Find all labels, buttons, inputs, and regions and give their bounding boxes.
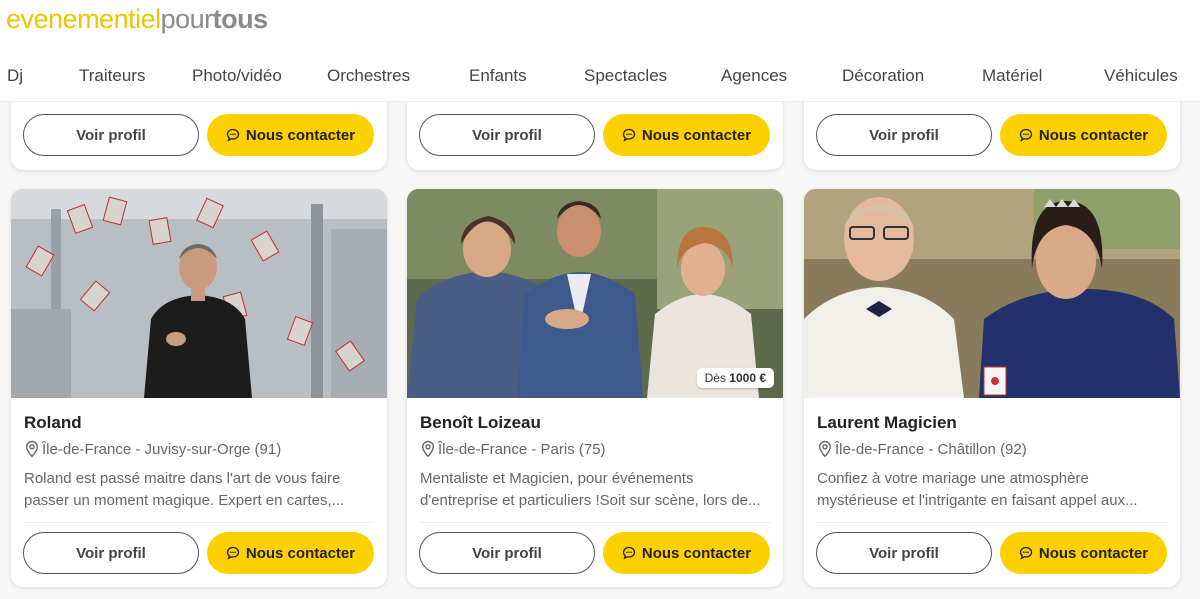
- view-profile-button[interactable]: Voir profil: [419, 532, 595, 574]
- card-divider: [24, 522, 374, 523]
- price-prefix: Dès: [704, 371, 726, 385]
- provider-name[interactable]: Benoît Loizeau: [420, 413, 541, 433]
- contact-button[interactable]: Nous contacter: [207, 114, 374, 156]
- location-pin-icon: [421, 440, 435, 458]
- card-divider: [420, 522, 770, 523]
- provider-location: Île-de-France - Paris (75): [420, 440, 606, 458]
- provider-description: Mentaliste et Magicien, pour événements …: [420, 470, 761, 509]
- provider-photo[interactable]: Dès 1000 €: [407, 189, 783, 398]
- contact-button-label: Nous contacter: [641, 126, 752, 144]
- nav-item-dj[interactable]: Dj: [7, 66, 23, 86]
- provider-location-text: Île-de-France - Paris (75): [438, 440, 606, 458]
- contact-button-label: Nous contacter: [641, 544, 752, 562]
- provider-photo[interactable]: [11, 189, 387, 398]
- price-value: 1000 €: [729, 371, 766, 385]
- chat-bubble-icon: [1019, 546, 1033, 560]
- location-pin-icon: [818, 440, 832, 458]
- chat-bubble-icon: [226, 546, 240, 560]
- view-profile-button[interactable]: Voir profil: [816, 114, 992, 156]
- site-header: evenementiel pour tous Dj Traiteurs Photo/…: [0, 0, 1200, 102]
- provider-card: Dès 1000 € Benoît Loizeau Île-de-France …: [407, 189, 783, 587]
- provider-card: Laurent Magicien Île-de-France - Châtill…: [804, 189, 1180, 587]
- price-tag: Dès 1000 €: [696, 368, 774, 388]
- nav-item-vehicules[interactable]: Véhicules: [1104, 66, 1178, 86]
- provider-location: Île-de-France - Juvisy-sur-Orge (91): [24, 440, 281, 458]
- nav-item-decoration[interactable]: Décoration: [842, 66, 924, 86]
- category-nav: Dj Traiteurs Photo/vidéo Orchestres Enfa…: [0, 60, 1200, 94]
- contact-button[interactable]: Nous contacter: [1000, 114, 1167, 156]
- logo-part-1: evenementiel: [6, 4, 161, 34]
- provider-card: Roland Île-de-France - Juvisy-sur-Orge (…: [11, 189, 387, 587]
- nav-item-spectacles[interactable]: Spectacles: [584, 66, 667, 86]
- provider-photo[interactable]: [804, 189, 1180, 398]
- nav-item-traiteurs[interactable]: Traiteurs: [79, 66, 145, 86]
- page: evenementiel pour tous Dj Traiteurs Photo/…: [0, 0, 1200, 599]
- card-divider: [817, 522, 1167, 523]
- location-pin-icon: [25, 440, 39, 458]
- contact-button-label: Nous contacter: [245, 544, 356, 562]
- nav-item-enfants[interactable]: Enfants: [469, 66, 527, 86]
- provider-description: Confiez à votre mariage une atmosphère m…: [817, 470, 1138, 509]
- provider-description: Roland est passé maitre dans l'art de vo…: [24, 470, 345, 509]
- contact-button-label: Nous contacter: [1038, 544, 1149, 562]
- chat-bubble-icon: [226, 128, 240, 142]
- chat-bubble-icon: [1019, 128, 1033, 142]
- nav-item-photo-video[interactable]: Photo/vidéo: [192, 66, 282, 86]
- provider-name[interactable]: Laurent Magicien: [817, 413, 957, 433]
- nav-item-materiel[interactable]: Matériel: [982, 66, 1042, 86]
- nav-item-agences[interactable]: Agences: [721, 66, 787, 86]
- provider-location-text: Île-de-France - Châtillon (92): [835, 440, 1027, 458]
- contact-button[interactable]: Nous contacter: [603, 114, 770, 156]
- view-profile-button[interactable]: Voir profil: [419, 114, 595, 156]
- view-profile-button[interactable]: Voir profil: [23, 532, 199, 574]
- logo-part-3: tous: [212, 4, 269, 34]
- contact-button[interactable]: Nous contacter: [207, 532, 374, 574]
- provider-location-text: Île-de-France - Juvisy-sur-Orge (91): [42, 440, 282, 458]
- contact-button[interactable]: Nous contacter: [603, 532, 770, 574]
- chat-bubble-icon: [622, 546, 636, 560]
- view-profile-button[interactable]: Voir profil: [23, 114, 199, 156]
- logo-part-2: pour: [160, 4, 214, 34]
- contact-button-label: Nous contacter: [1038, 126, 1149, 144]
- site-logo[interactable]: evenementiel pour tous: [6, 4, 268, 40]
- provider-name[interactable]: Roland: [24, 413, 82, 433]
- provider-location: Île-de-France - Châtillon (92): [817, 440, 1027, 458]
- view-profile-button[interactable]: Voir profil: [816, 532, 992, 574]
- nav-item-orchestres[interactable]: Orchestres: [327, 66, 410, 86]
- contact-button-label: Nous contacter: [245, 126, 356, 144]
- chat-bubble-icon: [622, 128, 636, 142]
- contact-button[interactable]: Nous contacter: [1000, 532, 1167, 574]
